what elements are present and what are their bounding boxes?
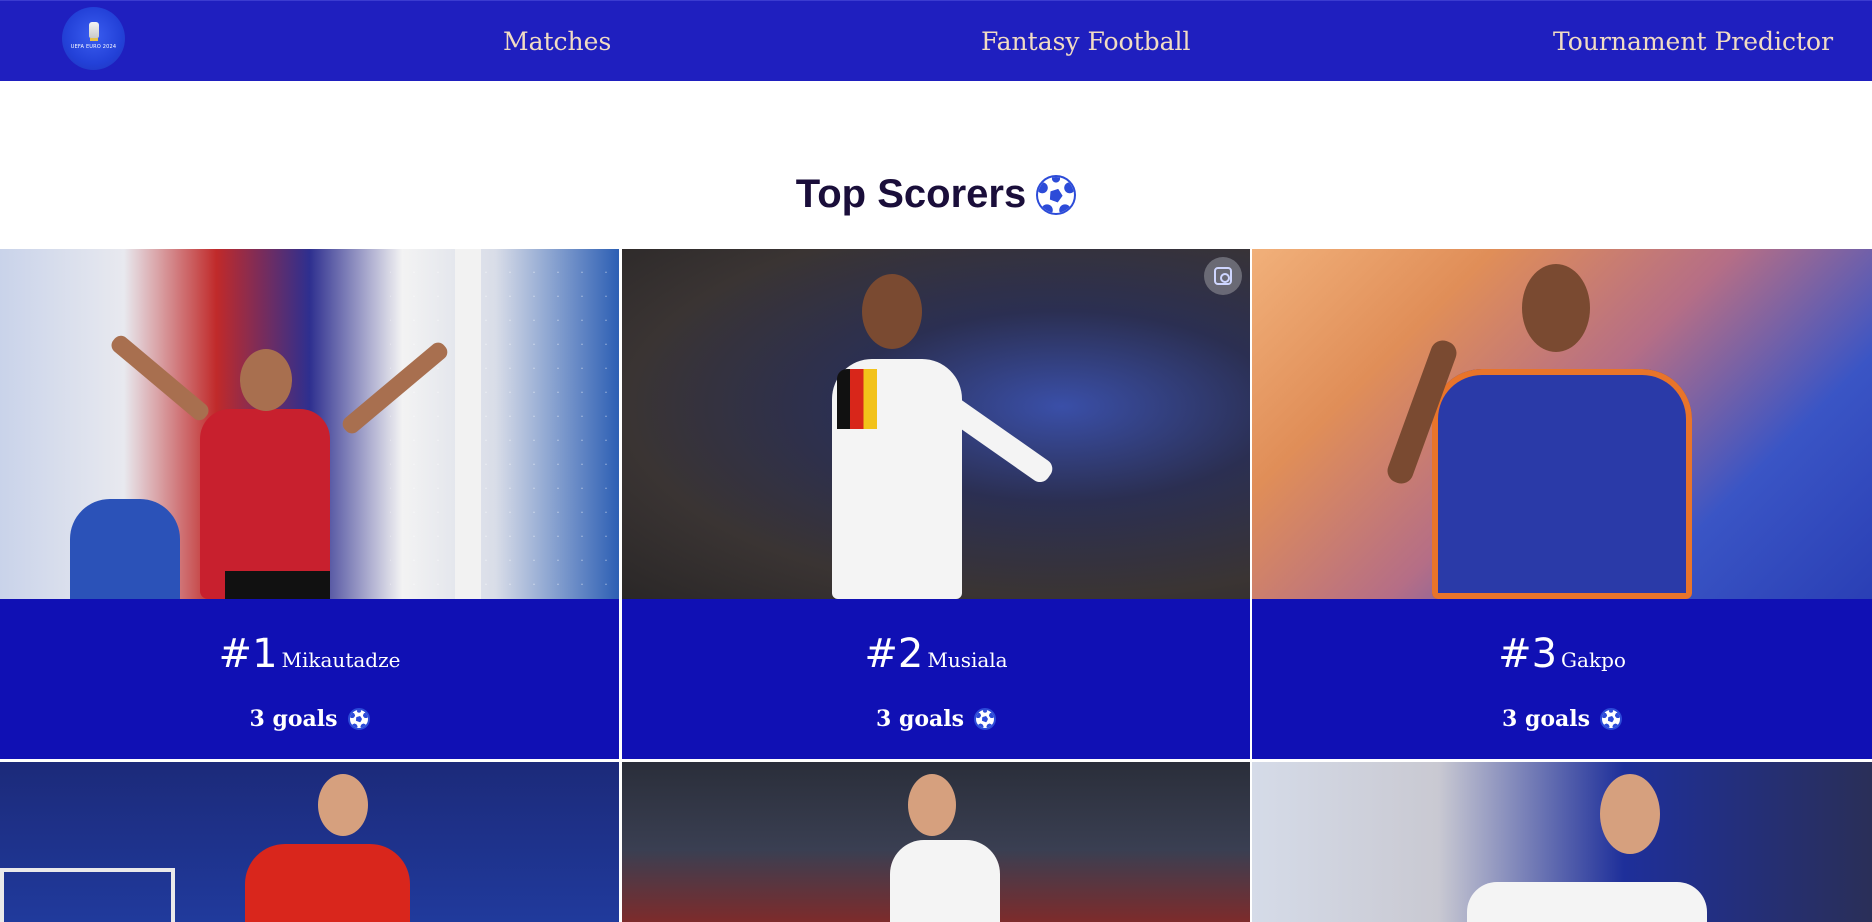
goal-post <box>455 249 481 599</box>
player-photo <box>1252 249 1872 599</box>
scorer-name: Gakpo <box>1561 648 1626 672</box>
rank-line: #1 Mikautadze <box>0 631 619 677</box>
player-head <box>318 774 368 836</box>
player-head <box>240 349 292 411</box>
player-photo <box>622 762 1250 922</box>
rank-line: #3 Gakpo <box>1252 631 1872 677</box>
page-title-text: Top Scorers <box>795 172 1027 216</box>
player-figure <box>1432 369 1692 599</box>
player-figure <box>890 840 1000 922</box>
photographer <box>70 499 180 599</box>
player-figure <box>245 844 410 922</box>
player-head <box>862 274 922 349</box>
logo-text: UEFA EURO 2024 <box>70 43 117 50</box>
scorer-card[interactable]: #1 Mikautadze 3 goals <box>0 249 619 759</box>
player-head <box>1522 264 1590 352</box>
player-arm-left <box>108 332 212 424</box>
scorer-info: #1 Mikautadze 3 goals <box>0 599 619 759</box>
player-head <box>908 774 956 836</box>
player-photo <box>1252 762 1872 922</box>
soccer-ball-icon <box>1600 708 1623 730</box>
scorer-goals: 3 goals <box>1501 706 1591 732</box>
player-figure <box>1467 882 1707 922</box>
rank-line: #2 Musiala <box>622 631 1250 677</box>
scorer-name: Musiala <box>927 648 1008 672</box>
scorer-card[interactable]: #2 Musiala 3 goals <box>622 249 1250 759</box>
scorer-card[interactable]: #3 Gakpo 3 goals <box>1252 249 1872 759</box>
visual-search-button[interactable] <box>1204 257 1242 295</box>
scorer-rank: #2 <box>864 631 924 677</box>
page-title: Top Scorers <box>0 172 1872 217</box>
trophy-icon <box>88 21 99 41</box>
nav-link-matches[interactable]: Matches <box>503 27 611 57</box>
soccer-ball-icon <box>347 708 370 730</box>
goal-frame <box>0 868 175 922</box>
player-photo <box>0 762 619 922</box>
player-head <box>1600 774 1660 854</box>
scorer-goals: 3 goals <box>875 706 965 732</box>
goals-line: 3 goals <box>622 706 1250 732</box>
scorer-rank: #1 <box>218 631 278 677</box>
scorer-goals: 3 goals <box>249 706 338 732</box>
goals-line: 3 goals <box>1252 706 1872 732</box>
scorer-rank: #3 <box>1498 631 1558 677</box>
soccer-ball-icon <box>974 708 997 730</box>
scorer-card[interactable] <box>1252 762 1872 922</box>
player-shorts <box>225 571 330 599</box>
soccer-ball-icon <box>1036 174 1077 215</box>
scorer-card[interactable] <box>0 762 619 922</box>
goal-net <box>390 249 619 599</box>
player-collar-stripes <box>837 369 877 429</box>
goals-line: 3 goals <box>0 706 619 732</box>
player-photo <box>0 249 619 599</box>
scorer-card[interactable] <box>622 762 1250 922</box>
scorer-name: Mikautadze <box>281 648 401 672</box>
scorer-info: #2 Musiala 3 goals <box>622 599 1250 759</box>
lens-icon <box>1214 267 1232 285</box>
nav-link-fantasy-football[interactable]: Fantasy Football <box>981 27 1191 57</box>
player-photo <box>622 249 1250 599</box>
euro-2024-logo[interactable]: UEFA EURO 2024 <box>62 7 125 70</box>
navbar: UEFA EURO 2024 Matches Fantasy Football … <box>0 0 1872 81</box>
nav-link-tournament-predictor[interactable]: Tournament Predictor <box>1553 27 1833 57</box>
scorer-info: #3 Gakpo 3 goals <box>1252 599 1872 759</box>
